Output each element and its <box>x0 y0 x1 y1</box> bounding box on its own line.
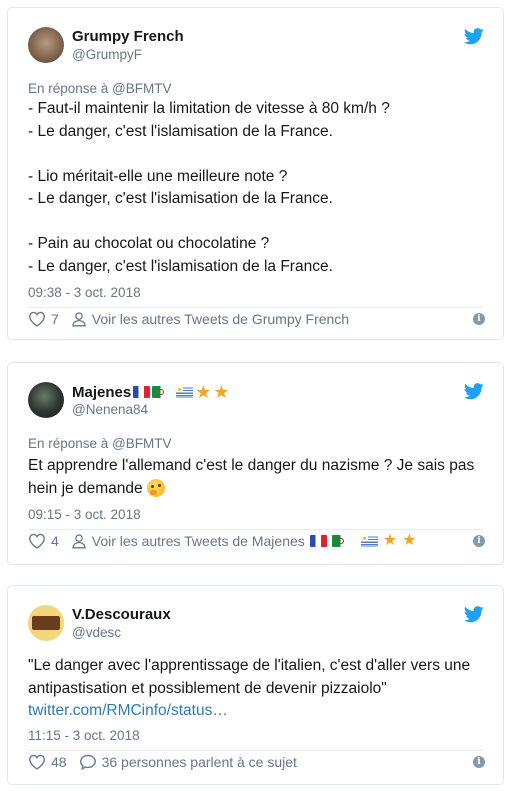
info-icon[interactable]: i <box>473 313 485 325</box>
flag-uruguay-icon <box>360 535 378 547</box>
tweet-line: - Faut-il maintenir la limitation de vit… <box>28 100 390 117</box>
view-more-tweets-link[interactable]: Voir les autres Tweets de Grumpy French <box>71 311 349 327</box>
like-count: 7 <box>51 311 59 327</box>
tweet-link[interactable]: twitter.com/RMCinfo/status… <box>28 702 228 719</box>
comment-icon <box>79 754 97 770</box>
tweet-line: - Le danger, c'est l'islamisation de la … <box>28 190 333 207</box>
view-more-tweets-label: Voir les autres Tweets de Majenes <box>91 533 305 549</box>
twitter-bird-icon[interactable] <box>464 383 484 400</box>
person-avatar[interactable] <box>28 382 64 418</box>
tweet-line: - Lio méritait-elle une meilleure note ? <box>28 167 288 185</box>
person-icon <box>71 533 87 549</box>
star-icon: ★ <box>382 532 398 549</box>
heart-icon <box>28 311 46 327</box>
divider <box>28 307 483 308</box>
star-icon: ★ <box>213 382 230 402</box>
person-icon <box>71 311 87 327</box>
author-handle[interactable]: @GrumpyF <box>72 47 142 62</box>
divider <box>28 529 483 530</box>
heart-icon <box>28 754 46 770</box>
twitter-bird-icon[interactable] <box>464 606 484 623</box>
tweet-text-content: "Le danger avec l'apprentissage de l'ita… <box>28 657 475 697</box>
flag-algeria-icon <box>152 386 170 398</box>
conversation-link[interactable]: 36 personnes parlent à ce sujet <box>79 754 297 770</box>
twitter-bird-icon[interactable] <box>464 28 484 45</box>
author-handle[interactable]: @Nenena84 <box>72 402 148 417</box>
flag-uruguay-icon <box>176 386 194 398</box>
like-count: 48 <box>51 754 67 770</box>
conversation-label: 36 personnes parlent à ce sujet <box>101 754 297 770</box>
reply-context[interactable]: En réponse à @BFMTV <box>28 436 172 451</box>
tweet-card[interactable]: V.Descouraux @vdesc "Le danger avec l'ap… <box>7 585 504 785</box>
tweet-card[interactable]: Grumpy French @GrumpyF En réponse à @BFM… <box>7 7 504 340</box>
author-name-text[interactable]: V.Descouraux <box>72 606 171 623</box>
tweet-actions: 4 Voir les autres Tweets de Majenes ★ ★ … <box>28 533 485 549</box>
star-icon: ★ <box>402 532 417 549</box>
author-name-text[interactable]: Grumpy French <box>72 28 184 45</box>
thinking-face-icon <box>146 479 165 498</box>
tweet-line: - Le danger, c'est l'islamisation de la … <box>28 257 333 275</box>
view-more-tweets-label: Voir les autres Tweets de Grumpy French <box>91 311 350 327</box>
tweet-card[interactable]: Majenes ★ ★ @Nenena84 En réponse à @BFMT… <box>7 362 504 565</box>
tweet-actions: 7 Voir les autres Tweets de Grumpy Frenc… <box>28 311 485 327</box>
like-button[interactable]: 4 <box>28 533 59 549</box>
author-name[interactable]: V.Descouraux <box>72 606 171 623</box>
flag-algeria-icon <box>331 535 349 547</box>
tweet-text: "Le danger avec l'apprentissage de l'ita… <box>28 655 485 723</box>
author-name[interactable]: Majenes ★ ★ <box>72 383 229 401</box>
like-button[interactable]: 48 <box>28 754 67 770</box>
like-count: 4 <box>51 533 59 549</box>
info-icon[interactable]: i <box>473 756 485 768</box>
author-name[interactable]: Grumpy French <box>72 28 184 45</box>
author-name-text[interactable]: Majenes <box>72 384 131 401</box>
tweet-timestamp[interactable]: 09:38 - 3 oct. 2018 <box>28 285 141 300</box>
heart-icon <box>28 533 46 549</box>
like-button[interactable]: 7 <box>28 311 59 327</box>
flag-france-icon <box>309 535 327 547</box>
info-icon[interactable]: i <box>473 535 485 547</box>
chocolate-bar-avatar[interactable] <box>28 605 64 641</box>
tweet-line: - Pain au chocolat ou chocolatine ? <box>28 235 270 252</box>
cat-avatar[interactable] <box>28 27 64 63</box>
tweet-line: - Le danger, c'est l'islamisation de la … <box>28 122 333 140</box>
divider <box>28 750 483 751</box>
tweet-timestamp[interactable]: 09:15 - 3 oct. 2018 <box>28 507 141 522</box>
tweet-text: Et apprendre l'allemand c'est le danger … <box>28 455 485 500</box>
flag-france-icon <box>133 386 151 398</box>
author-handle[interactable]: @vdesc <box>72 625 121 640</box>
tweet-actions: 48 36 personnes parlent à ce sujet i <box>28 754 485 770</box>
tweet-text: - Faut-il maintenir la limitation de vit… <box>28 98 485 278</box>
view-more-tweets-link[interactable]: Voir les autres Tweets de Majenes ★ ★ <box>71 532 417 549</box>
star-icon: ★ <box>195 382 212 402</box>
tweet-timestamp[interactable]: 11:15 - 3 oct. 2018 <box>28 728 140 743</box>
tweet-text-content: Et apprendre l'allemand c'est le danger … <box>28 457 479 497</box>
reply-context[interactable]: En réponse à @BFMTV <box>28 81 172 96</box>
